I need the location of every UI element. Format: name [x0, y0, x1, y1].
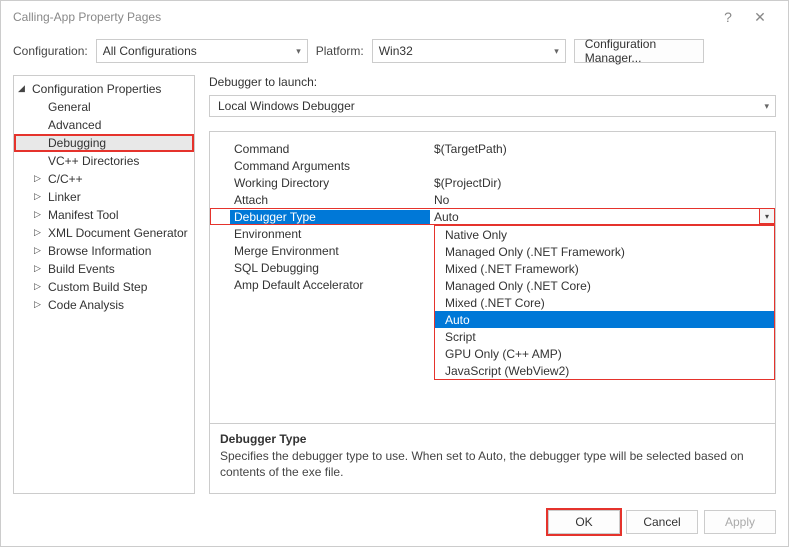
tree-item-manifest-tool[interactable]: ▷ Manifest Tool — [14, 206, 194, 224]
tree-item-label: Code Analysis — [48, 298, 124, 312]
dropdown-option[interactable]: Managed Only (.NET Framework) — [435, 243, 774, 260]
tree-item-label: Linker — [48, 190, 81, 204]
chevron-down-icon: ▾ — [296, 46, 301, 57]
configuration-manager-button[interactable]: Configuration Manager... — [574, 39, 704, 63]
cancel-button[interactable]: Cancel — [626, 510, 698, 534]
chevron-down-icon: ▾ — [554, 46, 559, 57]
property-row-debugger-type[interactable]: Debugger Type Auto ▾ — [210, 208, 775, 225]
configuration-combo[interactable]: All Configurations ▾ — [96, 39, 308, 63]
dropdown-option[interactable]: JavaScript (WebView2) — [435, 362, 774, 379]
tree-item-label: Manifest Tool — [48, 208, 118, 222]
expander-closed-icon: ▷ — [34, 173, 41, 184]
expander-closed-icon: ▷ — [34, 299, 41, 310]
tree-item-advanced[interactable]: Advanced — [14, 116, 194, 134]
description-text: Specifies the debugger type to use. When… — [220, 448, 765, 480]
ok-button[interactable]: OK — [548, 510, 620, 534]
tree-root-label: Configuration Properties — [32, 82, 161, 96]
tree-item-label: Browse Information — [48, 244, 151, 258]
chevron-down-icon: ▾ — [764, 101, 769, 112]
help-icon[interactable]: ? — [712, 9, 744, 25]
tree-item-build-events[interactable]: ▷ Build Events — [14, 260, 194, 278]
tree-item-label: Custom Build Step — [48, 280, 147, 294]
property-value: $(ProjectDir) — [434, 176, 775, 190]
property-value: Auto — [434, 210, 459, 224]
tree-item-label: General — [48, 100, 91, 114]
dropdown-option[interactable]: Script — [435, 328, 774, 345]
configuration-value: All Configurations — [103, 44, 197, 58]
expander-open-icon: ◢ — [18, 83, 25, 94]
debugger-launch-value: Local Windows Debugger — [218, 99, 355, 113]
debugger-launch-combo[interactable]: Local Windows Debugger ▾ — [209, 95, 776, 117]
tree-item-xml-document-generator[interactable]: ▷ XML Document Generator — [14, 224, 194, 242]
chevron-down-icon[interactable]: ▾ — [759, 208, 775, 224]
property-label: Amp Default Accelerator — [234, 278, 434, 292]
property-row-command-arguments[interactable]: Command Arguments — [210, 157, 775, 174]
close-icon[interactable]: ✕ — [744, 9, 776, 26]
property-label: Merge Environment — [234, 244, 434, 258]
property-label: Attach — [234, 193, 434, 207]
property-tree: ◢ Configuration Properties General Advanc… — [13, 75, 195, 494]
main-area: ◢ Configuration Properties General Advanc… — [1, 75, 788, 502]
dropdown-option[interactable]: GPU Only (C++ AMP) — [435, 345, 774, 362]
expander-closed-icon: ▷ — [34, 263, 41, 274]
dropdown-option[interactable]: Mixed (.NET Framework) — [435, 260, 774, 277]
tree-item-custom-build-step[interactable]: ▷ Custom Build Step — [14, 278, 194, 296]
titlebar: Calling-App Property Pages ? ✕ — [1, 1, 788, 33]
tree-item-debugging[interactable]: Debugging — [14, 134, 194, 152]
tree-item-c-c-[interactable]: ▷ C/C++ — [14, 170, 194, 188]
expander-closed-icon: ▷ — [34, 245, 41, 256]
tree-item-label: VC++ Directories — [48, 154, 139, 168]
window-title: Calling-App Property Pages — [13, 10, 161, 24]
property-grid: Command$(TargetPath)Command ArgumentsWor… — [209, 131, 776, 494]
property-row-command[interactable]: Command$(TargetPath) — [210, 140, 775, 157]
property-row-working-directory[interactable]: Working Directory$(ProjectDir) — [210, 174, 775, 191]
tree-item-label: XML Document Generator — [48, 226, 188, 240]
content-panel: Debugger to launch: Local Windows Debugg… — [209, 75, 776, 494]
tree-item-label: Debugging — [48, 136, 106, 150]
tree-item-label: Build Events — [48, 262, 115, 276]
configuration-label: Configuration: — [13, 44, 88, 58]
config-row: Configuration: All Configurations ▾ Plat… — [1, 33, 788, 75]
property-pages-window: Calling-App Property Pages ? ✕ Configura… — [0, 0, 789, 547]
property-label: Command — [234, 142, 434, 156]
platform-label: Platform: — [316, 44, 364, 58]
platform-value: Win32 — [379, 44, 413, 58]
description-title: Debugger Type — [220, 432, 765, 446]
debugger-launch-label: Debugger to launch: — [209, 75, 776, 89]
dropdown-option[interactable]: Native Only — [435, 226, 774, 243]
property-value: No — [434, 193, 775, 207]
tree-item-label: C/C++ — [48, 172, 83, 186]
apply-button[interactable]: Apply — [704, 510, 776, 534]
description-box: Debugger Type Specifies the debugger typ… — [210, 423, 775, 493]
tree-item-label: Advanced — [48, 118, 101, 132]
expander-closed-icon: ▷ — [34, 209, 41, 220]
expander-closed-icon: ▷ — [34, 227, 41, 238]
tree-item-browse-information[interactable]: ▷ Browse Information — [14, 242, 194, 260]
tree-item-vc-directories[interactable]: VC++ Directories — [14, 152, 194, 170]
property-row-attach[interactable]: AttachNo — [210, 191, 775, 208]
tree-root-row[interactable]: ◢ Configuration Properties — [14, 80, 194, 98]
debugger-type-dropdown[interactable]: Native OnlyManaged Only (.NET Framework)… — [434, 225, 775, 380]
dropdown-option[interactable]: Mixed (.NET Core) — [435, 294, 774, 311]
tree-item-general[interactable]: General — [14, 98, 194, 116]
property-value-combo[interactable]: Auto ▾ — [430, 208, 775, 225]
property-label: Working Directory — [234, 176, 434, 190]
footer: OK Cancel Apply — [1, 502, 788, 546]
property-label: Command Arguments — [234, 159, 434, 173]
tree-item-code-analysis[interactable]: ▷ Code Analysis — [14, 296, 194, 314]
dropdown-option[interactable]: Managed Only (.NET Core) — [435, 277, 774, 294]
expander-closed-icon: ▷ — [34, 281, 41, 292]
platform-combo[interactable]: Win32 ▾ — [372, 39, 566, 63]
dropdown-option[interactable]: Auto — [435, 311, 774, 328]
property-value: $(TargetPath) — [434, 142, 775, 156]
property-label: SQL Debugging — [234, 261, 434, 275]
expander-closed-icon: ▷ — [34, 191, 41, 202]
property-label: Environment — [234, 227, 434, 241]
property-label: Debugger Type — [230, 210, 430, 224]
tree-item-linker[interactable]: ▷ Linker — [14, 188, 194, 206]
